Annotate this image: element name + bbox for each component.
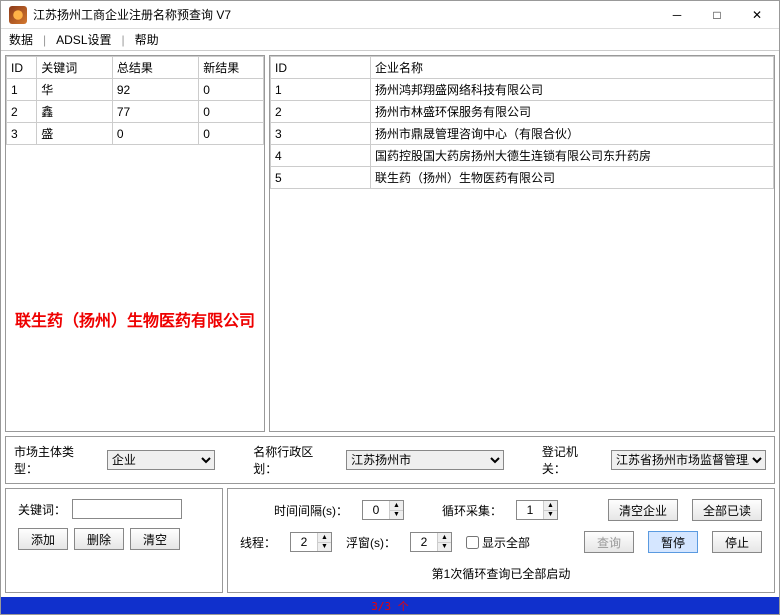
chevron-down-icon: ▼ — [438, 543, 451, 552]
loop-spinner[interactable]: ▲▼ — [516, 500, 558, 520]
chevron-up-icon: ▲ — [544, 501, 557, 511]
close-button[interactable]: ✕ — [737, 2, 777, 28]
interval-label: 时间间隔(s)： — [274, 502, 348, 519]
chevron-up-icon: ▲ — [318, 533, 331, 543]
thread-spinner[interactable]: ▲▼ — [290, 532, 332, 552]
stop-button[interactable]: 停止 — [712, 531, 762, 553]
table-row[interactable]: 1华920 — [7, 79, 264, 101]
add-button[interactable]: 添加 — [18, 528, 68, 550]
clear-enterprise-button[interactable]: 清空企业 — [608, 499, 678, 521]
keyword-panel: ID 关键词 总结果 新结果 1华920 2鑫770 3盛00 联生药（扬州）生… — [5, 55, 265, 432]
chevron-down-icon: ▼ — [318, 543, 331, 552]
loop-label: 循环采集： — [442, 502, 502, 519]
table-row[interactable]: 2扬州市林盛环保服务有限公司 — [271, 101, 774, 123]
float-spinner[interactable]: ▲▼ — [410, 532, 452, 552]
menu-help[interactable]: 帮助 — [131, 31, 163, 48]
col-id[interactable]: ID — [271, 57, 371, 79]
chevron-down-icon: ▼ — [390, 511, 403, 520]
app-icon — [9, 6, 27, 24]
keyword-label: 关键词： — [18, 501, 66, 518]
window-title: 江苏扬州工商企业注册名称预查询 V7 — [33, 6, 657, 23]
minimize-button[interactable]: ─ — [657, 2, 697, 28]
chevron-down-icon: ▼ — [544, 511, 557, 520]
highlight-company: 联生药（扬州）生物医药有限公司 — [6, 307, 264, 331]
pause-button[interactable]: 暂停 — [648, 531, 698, 553]
query-button[interactable]: 查询 — [584, 531, 634, 553]
type-select[interactable]: 企业 — [107, 450, 216, 470]
status-text: 第1次循环查询已全部启动 — [240, 563, 762, 582]
table-row[interactable]: 4国药控股国大药房扬州大德生连锁有限公司东升药房 — [271, 145, 774, 167]
maximize-button[interactable]: □ — [697, 2, 737, 28]
registry-label: 登记机关： — [542, 443, 601, 477]
region-select[interactable]: 江苏扬州市 — [346, 450, 504, 470]
col-keyword[interactable]: 关键词 — [37, 57, 113, 79]
clear-button[interactable]: 清空 — [130, 528, 180, 550]
region-label: 名称行政区划： — [253, 443, 336, 477]
table-row[interactable]: 3盛00 — [7, 123, 264, 145]
table-row[interactable]: 5联生药（扬州）生物医药有限公司 — [271, 167, 774, 189]
interval-spinner[interactable]: ▲▼ — [362, 500, 404, 520]
registry-select[interactable]: 江苏省扬州市场监督管理局 — [611, 450, 766, 470]
all-read-button[interactable]: 全部已读 — [692, 499, 762, 521]
col-id[interactable]: ID — [7, 57, 37, 79]
chevron-up-icon: ▲ — [390, 501, 403, 511]
show-all-checkbox[interactable]: 显示全部 — [466, 534, 530, 551]
float-label: 浮窗(s)： — [346, 534, 396, 551]
chevron-up-icon: ▲ — [438, 533, 451, 543]
keyword-input[interactable] — [72, 499, 182, 519]
col-new[interactable]: 新结果 — [199, 57, 264, 79]
menu-adsl[interactable]: ADSL设置 — [52, 31, 115, 48]
col-total[interactable]: 总结果 — [112, 57, 198, 79]
menu-data[interactable]: 数据 — [5, 31, 37, 48]
type-label: 市场主体类型： — [14, 443, 97, 477]
table-row[interactable]: 1扬州鸿邦翔盛网络科技有限公司 — [271, 79, 774, 101]
thread-label: 线程： — [240, 534, 276, 551]
col-company[interactable]: 企业名称 — [371, 57, 774, 79]
results-panel: ID 企业名称 1扬州鸿邦翔盛网络科技有限公司 2扬州市林盛环保服务有限公司 3… — [269, 55, 775, 432]
delete-button[interactable]: 删除 — [74, 528, 124, 550]
table-row[interactable]: 2鑫770 — [7, 101, 264, 123]
table-row[interactable]: 3扬州市鼎晟管理咨询中心（有限合伙） — [271, 123, 774, 145]
footer-status: 3/3 个 — [1, 597, 779, 614]
